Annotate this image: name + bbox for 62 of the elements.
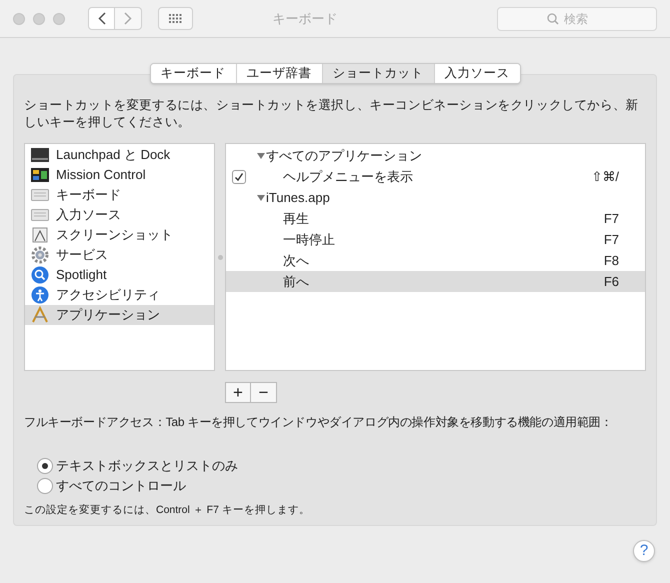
key-combination: F6 bbox=[604, 272, 619, 291]
radio-option[interactable]: テキストボックスとリストのみ bbox=[37, 457, 646, 475]
window-title: キーボード bbox=[272, 10, 338, 28]
category-item[interactable]: アプリケーション bbox=[25, 305, 214, 325]
category-item[interactable]: アクセシビリティ bbox=[25, 285, 214, 305]
show-all-button[interactable] bbox=[158, 7, 193, 30]
category-item[interactable]: スクリーンショット bbox=[25, 225, 214, 245]
back-button[interactable] bbox=[88, 7, 115, 30]
monitor-icon bbox=[31, 148, 49, 162]
tab[interactable]: ユーザ辞書 bbox=[236, 64, 322, 83]
split-handle-icon[interactable] bbox=[218, 254, 222, 260]
tab[interactable]: 入力ソース bbox=[434, 64, 520, 83]
pencil-ruler-icon bbox=[31, 306, 49, 324]
category-item[interactable]: サービス bbox=[25, 245, 214, 265]
search-field[interactable]: 検索 bbox=[497, 6, 657, 30]
key-combination: F8 bbox=[604, 252, 619, 270]
note-text: この設定を変更するには、Control ＋ F7 キーを押します。 bbox=[24, 503, 311, 518]
grid-icon bbox=[169, 14, 182, 23]
chevron-left-icon bbox=[98, 12, 106, 25]
shortcut-label: 前へ bbox=[283, 272, 310, 291]
shortcut-label: 一時停止 bbox=[283, 230, 336, 249]
radio-button[interactable] bbox=[37, 478, 53, 494]
checkbox[interactable] bbox=[232, 170, 246, 184]
keyboard-icon bbox=[31, 209, 49, 221]
full-keyboard-access-label: フルキーボードアクセス：Tab キーを押してウインドウやダイアログ内の操作対象を移動する機能の適用範囲： bbox=[24, 414, 612, 431]
search-icon bbox=[547, 12, 559, 24]
shortcut-row[interactable]: 前へ F6 bbox=[226, 271, 645, 292]
shortcut-row[interactable]: 再生 F7 bbox=[226, 208, 645, 229]
key-combination: F7 bbox=[604, 210, 619, 228]
remove-button[interactable]: − bbox=[251, 382, 277, 403]
shortcut-label: ヘルプメニューを表示 bbox=[283, 168, 414, 186]
shortcut-row[interactable]: 次へ F8 bbox=[226, 250, 645, 271]
category-item[interactable]: 入力ソース bbox=[25, 205, 214, 225]
instruction-text: ショートカットを変更するには、ショートカットを選択し、キーコンビネーションをクリックしてから、新しいキーを押してください。 bbox=[24, 97, 640, 131]
chevron-right-icon bbox=[124, 12, 132, 25]
category-item[interactable]: キーボード bbox=[25, 185, 214, 205]
group-row[interactable]: iTunes.app bbox=[226, 187, 645, 208]
group-label: すべてのアプリケーション bbox=[266, 146, 422, 165]
key-combination: ⇧⌘/ bbox=[591, 168, 619, 186]
group-label: iTunes.app bbox=[266, 188, 330, 207]
shortcut-label: 次へ bbox=[283, 252, 310, 270]
shortcut-row[interactable]: 一時停止 F7 bbox=[226, 229, 645, 250]
category-item[interactable]: Spotlight bbox=[25, 265, 214, 285]
shortcut-label: 再生 bbox=[283, 210, 310, 228]
radio-button[interactable] bbox=[37, 458, 53, 474]
search-icon bbox=[31, 266, 49, 284]
gear-icon bbox=[31, 246, 49, 264]
tab[interactable]: ショートカット bbox=[322, 64, 434, 83]
accessibility-icon bbox=[31, 286, 49, 304]
add-button[interactable]: + bbox=[225, 382, 251, 403]
category-item[interactable]: Mission Control bbox=[25, 165, 214, 185]
keyboard-icon bbox=[31, 189, 49, 201]
key-combination: F7 bbox=[604, 230, 619, 249]
category-item[interactable]: Launchpad と Dock bbox=[25, 145, 214, 165]
shortcut-row[interactable]: ヘルプメニューを表示 ⇧⌘/ bbox=[226, 166, 645, 187]
tab[interactable]: キーボード bbox=[150, 64, 236, 83]
help-button[interactable]: ? bbox=[633, 540, 655, 562]
disclosure-triangle-icon[interactable] bbox=[257, 152, 265, 160]
disclosure-triangle-icon[interactable] bbox=[257, 194, 265, 202]
group-row[interactable]: すべてのアプリケーション bbox=[226, 145, 645, 166]
windows-grid-icon bbox=[31, 168, 49, 182]
radio-option[interactable]: すべてのコントロール bbox=[37, 477, 646, 495]
